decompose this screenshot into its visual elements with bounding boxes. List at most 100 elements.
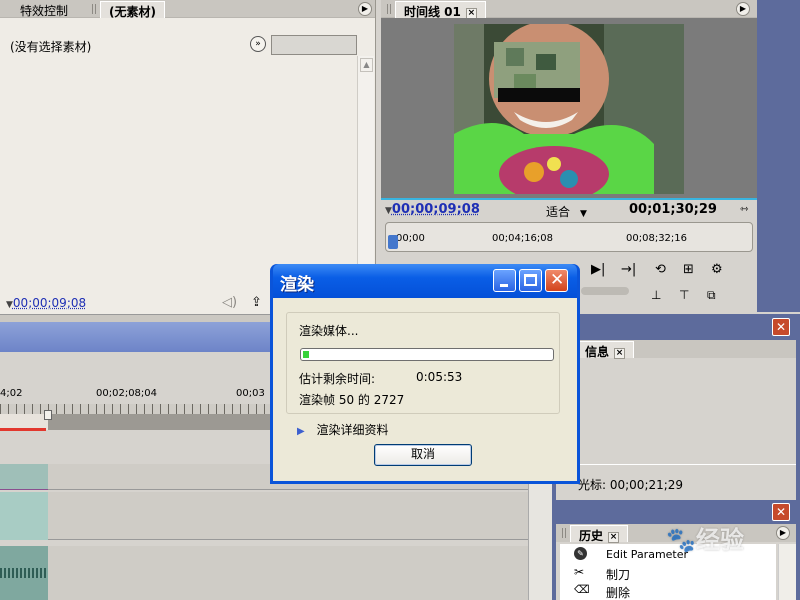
triangle-right-icon: ▶	[297, 426, 305, 437]
razor-icon: ✂	[574, 565, 585, 579]
video-clip-2[interactable]	[0, 492, 48, 540]
audio-clip[interactable]	[0, 546, 48, 600]
tab-timeline-label: 时间线 01	[404, 5, 461, 19]
tab-history-label: 历史	[579, 529, 604, 543]
dialog-client: 渲染媒体... 估计剩余时间: 0:05:53 渲染帧 50 的 2727 ▶ …	[273, 298, 577, 481]
safe-margins-button[interactable]: ⊞	[683, 262, 694, 277]
program-monitor-view[interactable]	[381, 18, 757, 198]
playhead-marker-icon: ▼	[385, 206, 392, 216]
maximize-button[interactable]	[519, 269, 542, 292]
panel-menu-icon[interactable]: ▶	[736, 2, 750, 16]
maximize-icon	[524, 274, 537, 286]
info-tabbar: 信息 ×	[556, 340, 796, 359]
history-item-label: 删除	[606, 586, 631, 600]
play-button[interactable]: ▶|	[591, 262, 605, 277]
timeline-scrollbar[interactable]	[528, 482, 552, 600]
panel-grip[interactable]	[92, 4, 98, 14]
video-clip[interactable]	[0, 464, 48, 490]
minimize-icon	[500, 284, 508, 287]
clip-preview-box	[271, 35, 357, 55]
current-time-value: 00;00;09;08	[391, 202, 480, 217]
close-icon[interactable]: ×	[608, 532, 620, 543]
show-timeline-icon[interactable]: »	[250, 36, 266, 52]
render-status-text: 渲染媒体...	[299, 324, 359, 338]
render-needed-bar	[0, 428, 46, 431]
tab-info-label: 信息	[585, 345, 610, 359]
render-details-toggle[interactable]: ▶ 渲染详细资料	[297, 421, 389, 438]
tab-no-clip[interactable]: (无素材)	[100, 1, 165, 19]
output-button[interactable]: ⚙	[711, 262, 723, 277]
monitor-time-ruler[interactable]: 00;00 00;04;16;08 00;08;32;16	[385, 222, 753, 252]
frame-count-text: 渲染帧 50 的 2727	[299, 393, 405, 407]
step-forward-button[interactable]: →|	[621, 262, 636, 277]
remaining-time-label: 估计剩余时间:	[299, 372, 376, 386]
render-progress-bar	[300, 348, 554, 361]
parameter-icon: ✎	[574, 547, 587, 560]
expand-icon[interactable]: ⇿	[740, 204, 748, 215]
ruler-label: 00;04;16;08	[492, 233, 554, 244]
history-item-label: 制刀	[606, 568, 631, 582]
progress-groupbox: 渲染媒体... 估计剩余时间: 0:05:53 渲染帧 50 的 2727	[286, 312, 560, 414]
chevron-down-icon: ▼	[580, 209, 587, 219]
panel-grip[interactable]	[562, 528, 568, 538]
panel-menu-icon[interactable]: ▶	[358, 2, 372, 16]
video-track-2[interactable]	[48, 492, 528, 540]
history-close-icon[interactable]: ✕	[772, 503, 790, 521]
no-clip-selected-label: (没有选择素材)	[10, 40, 92, 54]
info-panel: 信息 × 光标: 00;00;21;29	[556, 340, 796, 500]
trim-button[interactable]: ⧉	[707, 288, 716, 303]
effects-timecode[interactable]: ▼00;00;09;08	[6, 296, 86, 310]
cursor-readout: 光标: 00;00;21;29	[578, 478, 684, 492]
export-icon[interactable]: ⇪	[251, 295, 262, 310]
cancel-button[interactable]: 取消	[374, 444, 472, 466]
workspace-background	[757, 0, 800, 312]
monitor-tabbar: 时间线 01 × ▶	[381, 0, 757, 19]
lift-button[interactable]: ⊥	[651, 288, 661, 302]
fit-label: 适合	[546, 205, 571, 219]
render-progress-fill	[303, 351, 309, 358]
loop-button[interactable]: ⟲	[655, 262, 666, 277]
video-frame-image	[454, 24, 684, 194]
ruler-label: 00;08;32;16	[626, 233, 688, 244]
extract-button[interactable]: ⊤	[679, 288, 689, 302]
history-scrollbar[interactable]	[778, 544, 796, 600]
minimize-button[interactable]	[493, 269, 516, 292]
ruler-label: 00;00	[396, 233, 425, 244]
delete-icon: ⌫	[574, 583, 590, 596]
audio-track[interactable]	[48, 546, 528, 600]
watermark-logo: 🐾经验	[666, 520, 744, 555]
watermark-brand: 经验	[695, 526, 744, 554]
panel-menu-icon[interactable]: ▶	[776, 526, 790, 540]
monitor-top-edge	[381, 198, 757, 200]
render-details-label: 渲染详细资料	[316, 423, 389, 437]
playhead-marker-icon: ▼	[6, 300, 13, 310]
tab-history[interactable]: 历史 ×	[570, 525, 629, 543]
tab-effects-control[interactable]: 特效控制	[12, 1, 76, 18]
jog-shuttle[interactable]	[581, 287, 629, 295]
info-close-icon[interactable]: ✕	[772, 318, 790, 336]
audio-icon[interactable]: ◁)	[222, 295, 237, 310]
tab-info[interactable]: 信息 ×	[576, 341, 635, 359]
playhead-icon[interactable]	[44, 410, 52, 420]
dialog-titlebar[interactable]: 渲染 ✕	[273, 264, 577, 298]
playhead-handle[interactable]	[388, 235, 398, 249]
close-icon[interactable]: ×	[614, 348, 626, 359]
panel-grip[interactable]	[387, 4, 393, 14]
info-panel-frame: ✕ 信息 × 光标: 00;00;21;29	[552, 314, 800, 500]
tab-timeline-01[interactable]: 时间线 01 ×	[395, 1, 486, 19]
duration-display: 00;01;30;29	[629, 202, 717, 217]
dialog-title: 渲染	[280, 275, 314, 295]
effects-timecode-value: 00;00;09;08	[12, 296, 87, 310]
close-button[interactable]: ✕	[545, 269, 568, 292]
ruler-label: 4;02	[0, 388, 23, 399]
list-item[interactable]: ⌫ 删除	[560, 582, 776, 600]
paw-icon: 🐾	[666, 526, 696, 554]
current-time-display[interactable]: ▼00;00;09;08	[385, 202, 480, 217]
scroll-up-icon[interactable]: ▲	[360, 58, 373, 72]
effects-tabbar: 特效控制 (无素材) ▶	[0, 0, 375, 19]
audio-waveform	[0, 568, 48, 578]
zoom-fit-dropdown[interactable]: 适合 ▼	[546, 203, 587, 220]
ruler-label: 00;02;08;04	[96, 388, 158, 399]
close-icon: ✕	[550, 270, 565, 290]
ruler-label: 00;03	[236, 388, 265, 399]
